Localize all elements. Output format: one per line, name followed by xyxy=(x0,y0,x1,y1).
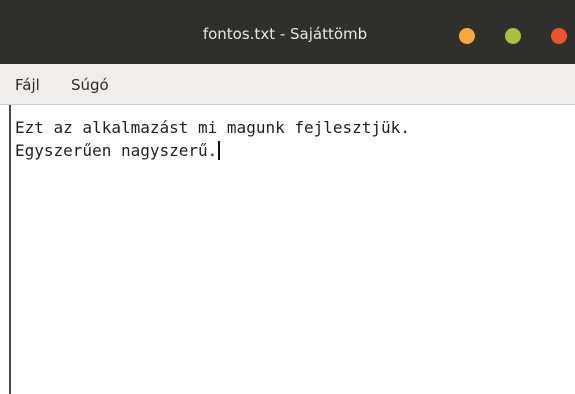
window-title: fontos.txt - Sajáttömb xyxy=(202,25,368,43)
minimize-button[interactable] xyxy=(459,28,475,44)
menu-file[interactable]: Fájl xyxy=(15,75,40,95)
maximize-button[interactable] xyxy=(505,28,521,44)
text-editor-window: fontos.txt - Sajáttömb Fájl Súgó Ezt az … xyxy=(0,0,575,394)
close-button[interactable] xyxy=(551,28,567,44)
text-line-1-content: Ezt az alkalmazást mi magunk fejlesztjük… xyxy=(15,118,410,137)
menu-help[interactable]: Súgó xyxy=(71,75,109,95)
menu-bar: Fájl Súgó xyxy=(0,64,575,105)
title-bar[interactable]: fontos.txt - Sajáttömb xyxy=(0,0,575,64)
text-cursor xyxy=(218,141,221,160)
text-line-2: Egyszerűen nagyszerű. xyxy=(15,140,221,162)
text-line-2-content: Egyszerűen nagyszerű. xyxy=(15,141,218,160)
text-area[interactable]: Ezt az alkalmazást mi magunk fejlesztjük… xyxy=(9,105,575,394)
text-line-1: Ezt az alkalmazást mi magunk fejlesztjük… xyxy=(15,117,410,139)
